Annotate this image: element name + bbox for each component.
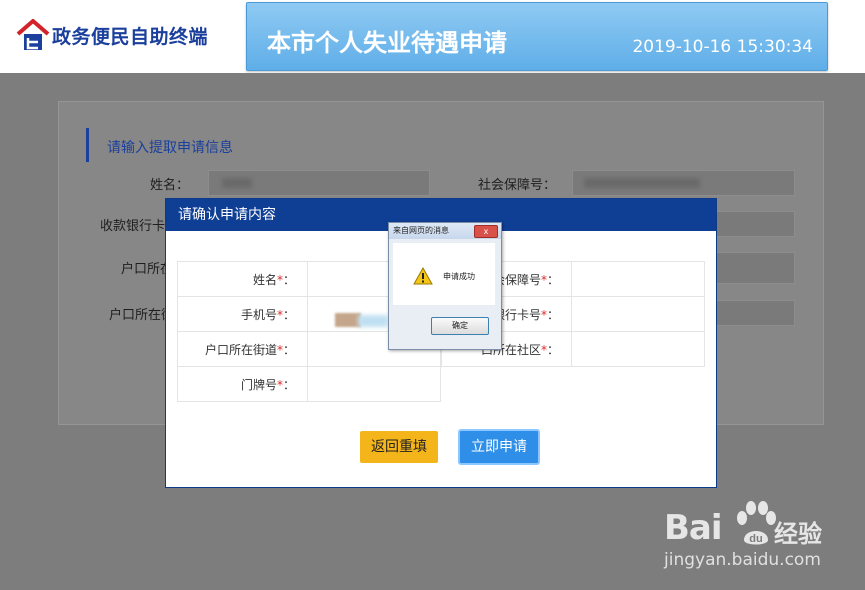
blurred-value bbox=[584, 178, 700, 188]
community-select[interactable] bbox=[712, 252, 795, 284]
row-value bbox=[571, 261, 705, 297]
bank-card-input[interactable] bbox=[712, 211, 795, 237]
watermark-brand: Bai bbox=[664, 508, 723, 548]
page-title: 本市个人失业待遇申请 bbox=[267, 29, 507, 57]
row-value bbox=[307, 366, 441, 402]
alert-message: 申请成功 bbox=[443, 272, 475, 281]
logo-text: 政务便民自助终端 bbox=[52, 25, 209, 48]
home-logo-icon bbox=[16, 18, 50, 52]
name-label: 姓名： bbox=[150, 178, 190, 193]
row-label: 手机号*： bbox=[177, 296, 308, 332]
warning-icon bbox=[413, 266, 433, 289]
doorplate-input[interactable] bbox=[712, 300, 795, 326]
alert-dialog: 来自网页的消息 x 申请成功 确定 bbox=[388, 222, 502, 350]
submit-application-button[interactable]: 立即申请 bbox=[458, 429, 540, 465]
alert-body: 申请成功 bbox=[393, 243, 495, 305]
row-label: 户口所在街道*： bbox=[177, 331, 308, 367]
blurred-value bbox=[222, 178, 252, 188]
title-banner: 本市个人失业待遇申请 2019-10-16 15:30:34 bbox=[246, 2, 828, 71]
watermark-brand-tail: 经验 bbox=[774, 520, 822, 548]
ok-button[interactable]: 确定 bbox=[431, 317, 489, 335]
watermark: Bai du 经验 jingyan.baidu.com bbox=[664, 500, 854, 580]
back-refill-button[interactable]: 返回重填 bbox=[360, 431, 438, 463]
table-row: 门牌号*： bbox=[177, 366, 441, 402]
close-button[interactable]: x bbox=[474, 225, 498, 238]
app-header: 政务便民自助终端 本市个人失业待遇申请 2019-10-16 15:30:34 bbox=[0, 0, 865, 73]
row-value bbox=[571, 331, 705, 367]
alert-title: 来自网页的消息 bbox=[393, 226, 449, 235]
svg-text:du: du bbox=[749, 533, 762, 545]
alert-titlebar: 来自网页的消息 x bbox=[389, 223, 501, 239]
blurred-value bbox=[358, 315, 388, 327]
row-label: 门牌号*： bbox=[177, 366, 308, 402]
form-heading-text: 请输入提取申请信息 bbox=[107, 140, 233, 156]
row-label: 姓名*： bbox=[177, 261, 308, 297]
ssn-label: 社会保障号： bbox=[478, 178, 557, 193]
datetime: 2019-10-16 15:30:34 bbox=[632, 37, 813, 57]
watermark-url: jingyan.baidu.com bbox=[664, 550, 821, 570]
row-value bbox=[571, 296, 705, 332]
form-heading: 请输入提取申请信息 bbox=[86, 128, 233, 162]
paw-icon: du bbox=[734, 500, 778, 552]
logo: 政务便民自助终端 bbox=[16, 18, 208, 52]
